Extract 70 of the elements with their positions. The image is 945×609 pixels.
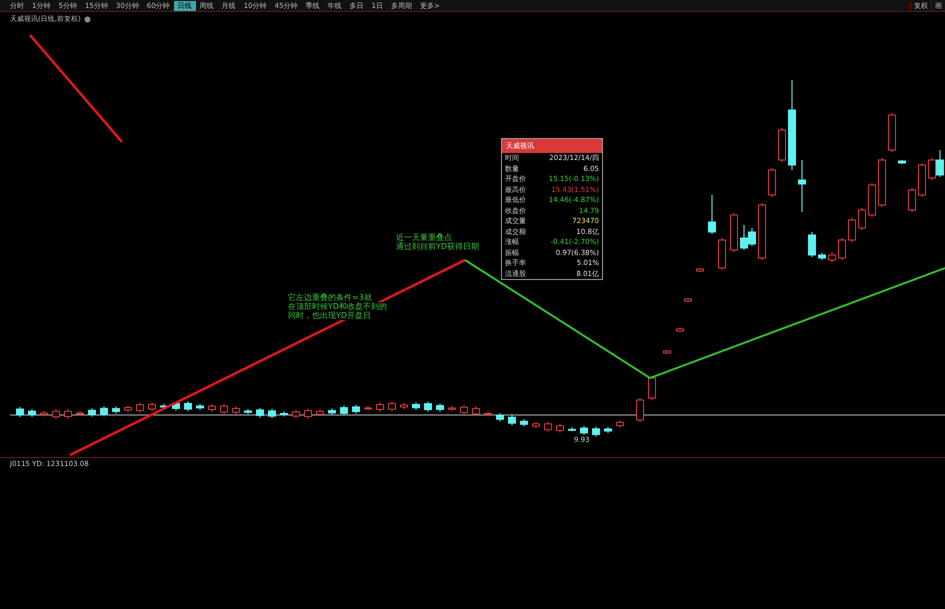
- candlestick: [676, 328, 684, 332]
- candlestick: [232, 406, 240, 415]
- annotation-text: 近一天量重叠点: [396, 233, 452, 242]
- candlestick: [88, 408, 96, 418]
- candlestick: [556, 423, 564, 434]
- candlestick: [424, 401, 432, 412]
- candlestick: [918, 162, 926, 198]
- candlestick: [684, 298, 692, 302]
- candlestick: [908, 188, 916, 212]
- candlestick: [898, 160, 906, 164]
- candlestick: [292, 409, 300, 419]
- candlestick: [798, 160, 806, 212]
- candlestick: [460, 404, 468, 416]
- candlestick: [400, 402, 408, 410]
- candlestick: [696, 268, 704, 272]
- candlestick: [848, 218, 856, 242]
- candlestick: [878, 158, 886, 208]
- candlestick: [888, 112, 896, 152]
- candlestick: [340, 405, 348, 416]
- candlestick: [708, 194, 716, 234]
- annotation-text: 它左边重叠的条件=3就: [288, 293, 372, 302]
- candlestick: [28, 408, 36, 418]
- candlestick: [436, 403, 444, 412]
- candlestick: [160, 404, 168, 409]
- candlestick: [148, 402, 156, 412]
- candlestick: [520, 418, 528, 427]
- candlestick: [616, 420, 624, 428]
- candlestick: [718, 238, 726, 270]
- candlestick: [636, 398, 644, 422]
- candlestick: [768, 168, 776, 198]
- candlestick: [184, 400, 192, 412]
- candlestick: [508, 414, 516, 426]
- candlestick: [16, 406, 24, 418]
- candlestick: [208, 404, 216, 412]
- candlestick: [663, 350, 671, 354]
- candlestick: [412, 402, 420, 410]
- annotation-text: 通过到目前YD获得日期: [396, 242, 480, 251]
- candlestick: [220, 404, 228, 415]
- candlestick: [52, 408, 60, 420]
- candlestick: [376, 402, 384, 412]
- candlestick: [730, 212, 738, 252]
- candlestick: [868, 182, 876, 218]
- candlestick: [316, 408, 324, 417]
- candlestick: [648, 376, 656, 400]
- candlestick: [496, 412, 504, 422]
- candlestick: [100, 406, 108, 417]
- candlestick: [136, 402, 144, 414]
- candlestick: [818, 252, 826, 260]
- candlestick: [388, 400, 396, 412]
- candlestick: [592, 426, 600, 438]
- candlestick: [808, 232, 816, 258]
- candlestick: [758, 202, 766, 260]
- candlestick: [472, 406, 480, 416]
- candlestick: [858, 208, 866, 230]
- candlestick: [778, 128, 786, 162]
- candlestick: [268, 408, 276, 419]
- candlestick: [352, 404, 360, 414]
- candlestick: [112, 406, 120, 414]
- candlestick: [64, 408, 72, 419]
- candlestick: [828, 252, 836, 262]
- candlestick: [544, 421, 552, 432]
- candlestick: [172, 401, 180, 411]
- candlestick: [838, 238, 846, 260]
- candlestick: [256, 407, 264, 418]
- candlestick: [304, 408, 312, 420]
- annotation-text: 在顶部时候YD和收盘不到的: [288, 302, 388, 311]
- annotation-text: 同时，也出现YD开盘日: [288, 311, 372, 320]
- candlestick: [604, 426, 612, 434]
- candlestick: [532, 421, 540, 429]
- candlestick: [580, 426, 588, 436]
